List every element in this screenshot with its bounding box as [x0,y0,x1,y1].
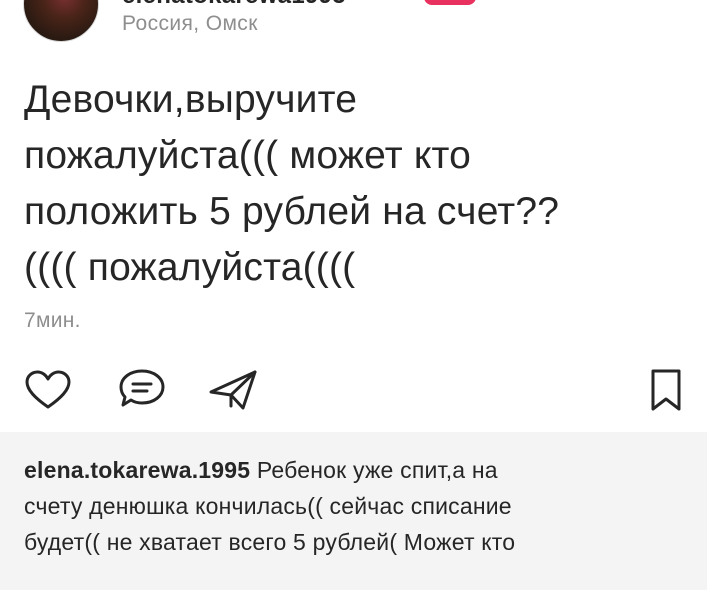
avatar[interactable] [23,0,99,42]
caption-line: пожалуйста((( может кто [24,134,472,177]
caption-line: положить 5 рублей на счет?? [24,190,560,233]
share-button[interactable] [205,360,261,420]
comments-section: elena.tokarewa.1995 Ребенок уже спит,а н… [0,432,707,590]
comment-author[interactable]: elena.tokarewa.1995 [24,457,250,483]
save-button[interactable] [644,360,688,420]
like-button[interactable] [22,360,74,420]
heart-icon [25,370,71,409]
location-label[interactable]: Россия, Омск [122,12,258,36]
comment-text: будет(( не хватает всего 5 рублей( Может… [24,529,516,555]
post-header: elenatokarewa1995 Россия, Омск [0,0,707,56]
speech-bubble-icon [119,369,165,407]
comment-button[interactable] [115,360,169,420]
action-bar [0,360,707,420]
comment-item: elena.tokarewa.1995 Ребенок уже спит,а н… [24,452,684,560]
comment-text: счету денюшка кончилась(( сейчас списани… [24,493,512,519]
post-timestamp: 7мин. [24,309,81,332]
paper-plane-icon [209,370,257,410]
bookmark-icon [651,369,681,411]
comment-text: Ребенок уже спит,а на [256,457,498,483]
caption-line: Девочки,выручите [24,78,358,121]
username[interactable]: elenatokarewa1995 [122,0,346,10]
post-caption: Девочки,выручите пожалуйста((( может кто… [24,72,684,296]
caption-line: (((( пожалуйста(((( [24,246,356,289]
status-badge [424,0,476,5]
